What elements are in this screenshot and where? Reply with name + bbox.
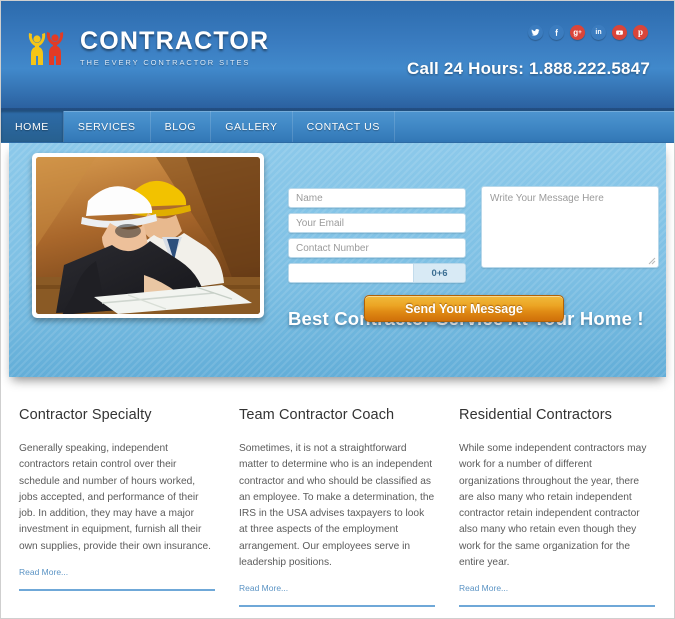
column-residential-contractors: Residential Contractors While some indep… bbox=[459, 407, 655, 608]
column-body: Generally speaking, independent contract… bbox=[19, 443, 211, 552]
column-body: While some independent contractors may w… bbox=[459, 443, 647, 569]
captcha-input[interactable] bbox=[289, 264, 413, 282]
social-links: g + in p bbox=[528, 25, 648, 40]
read-more-link[interactable]: Read More... bbox=[459, 583, 655, 593]
contractors-reviewing-blueprints-photo bbox=[36, 157, 260, 314]
youtube-icon[interactable] bbox=[612, 25, 627, 40]
contact-form: Name Your Email Contact Number 0+6 bbox=[288, 188, 466, 283]
main-navigation: HOME SERVICES BLOG GALLERY CONTACT US bbox=[1, 111, 674, 143]
column-title: Residential Contractors bbox=[459, 407, 613, 423]
hero-wrapper: Name Your Email Contact Number 0+6 Write… bbox=[1, 143, 674, 377]
captcha-row: 0+6 bbox=[288, 263, 466, 283]
column-body: Sometimes, it is not a straightforward m… bbox=[239, 443, 435, 569]
captcha-code: 0+6 bbox=[413, 264, 465, 282]
column-divider bbox=[19, 589, 215, 592]
feature-columns: Contractor Specialty Generally speaking,… bbox=[1, 407, 674, 608]
column-divider bbox=[459, 605, 655, 608]
send-message-button[interactable]: Send Your Message bbox=[364, 295, 564, 322]
logo-subtitle: THE EVERY CONTRACTOR SITES bbox=[80, 58, 251, 68]
column-team-contractor-coach: Team Contractor Coach Sometimes, it is n… bbox=[239, 407, 435, 608]
site-header: CONTRACTOR THE EVERY CONTRACTOR SITES g +… bbox=[1, 1, 674, 111]
googleplus-icon[interactable]: g + bbox=[570, 25, 585, 40]
facebook-icon[interactable] bbox=[549, 25, 564, 40]
contact-number-input[interactable]: Contact Number bbox=[288, 238, 466, 258]
nav-item-gallery[interactable]: GALLERY bbox=[211, 111, 293, 142]
pinterest-icon[interactable]: p bbox=[633, 25, 648, 40]
column-title: Contractor Specialty bbox=[19, 407, 152, 423]
nav-item-contact-us[interactable]: CONTACT US bbox=[293, 111, 395, 142]
column-divider bbox=[239, 605, 435, 608]
resize-handle-icon[interactable] bbox=[647, 256, 656, 265]
page-root: CONTRACTOR THE EVERY CONTRACTOR SITES g +… bbox=[0, 0, 675, 619]
nav-item-blog[interactable]: BLOG bbox=[151, 111, 212, 142]
site-logo[interactable]: CONTRACTOR THE EVERY CONTRACTOR SITES bbox=[25, 27, 269, 67]
contractor-people-logo-icon bbox=[28, 32, 64, 65]
phone-number: Call 24 Hours: 1.888.222.5847 bbox=[406, 59, 650, 78]
linkedin-icon[interactable]: in bbox=[591, 25, 606, 40]
nav-item-services[interactable]: SERVICES bbox=[64, 111, 151, 142]
twitter-icon[interactable] bbox=[528, 25, 543, 40]
read-more-link[interactable]: Read More... bbox=[19, 567, 215, 577]
column-contractor-specialty: Contractor Specialty Generally speaking,… bbox=[19, 407, 215, 607]
read-more-link[interactable]: Read More... bbox=[239, 583, 435, 593]
message-textarea[interactable]: Write Your Message Here bbox=[481, 186, 659, 268]
nav-item-home[interactable]: HOME bbox=[1, 111, 64, 142]
hero-photo-frame bbox=[32, 153, 264, 318]
hero-banner: Name Your Email Contact Number 0+6 Write… bbox=[9, 143, 666, 377]
name-input[interactable]: Name bbox=[288, 188, 466, 208]
email-input[interactable]: Your Email bbox=[288, 213, 466, 233]
message-placeholder: Write Your Message Here bbox=[490, 193, 604, 204]
column-title: Team Contractor Coach bbox=[239, 407, 395, 423]
logo-title: CONTRACTOR bbox=[80, 27, 270, 56]
